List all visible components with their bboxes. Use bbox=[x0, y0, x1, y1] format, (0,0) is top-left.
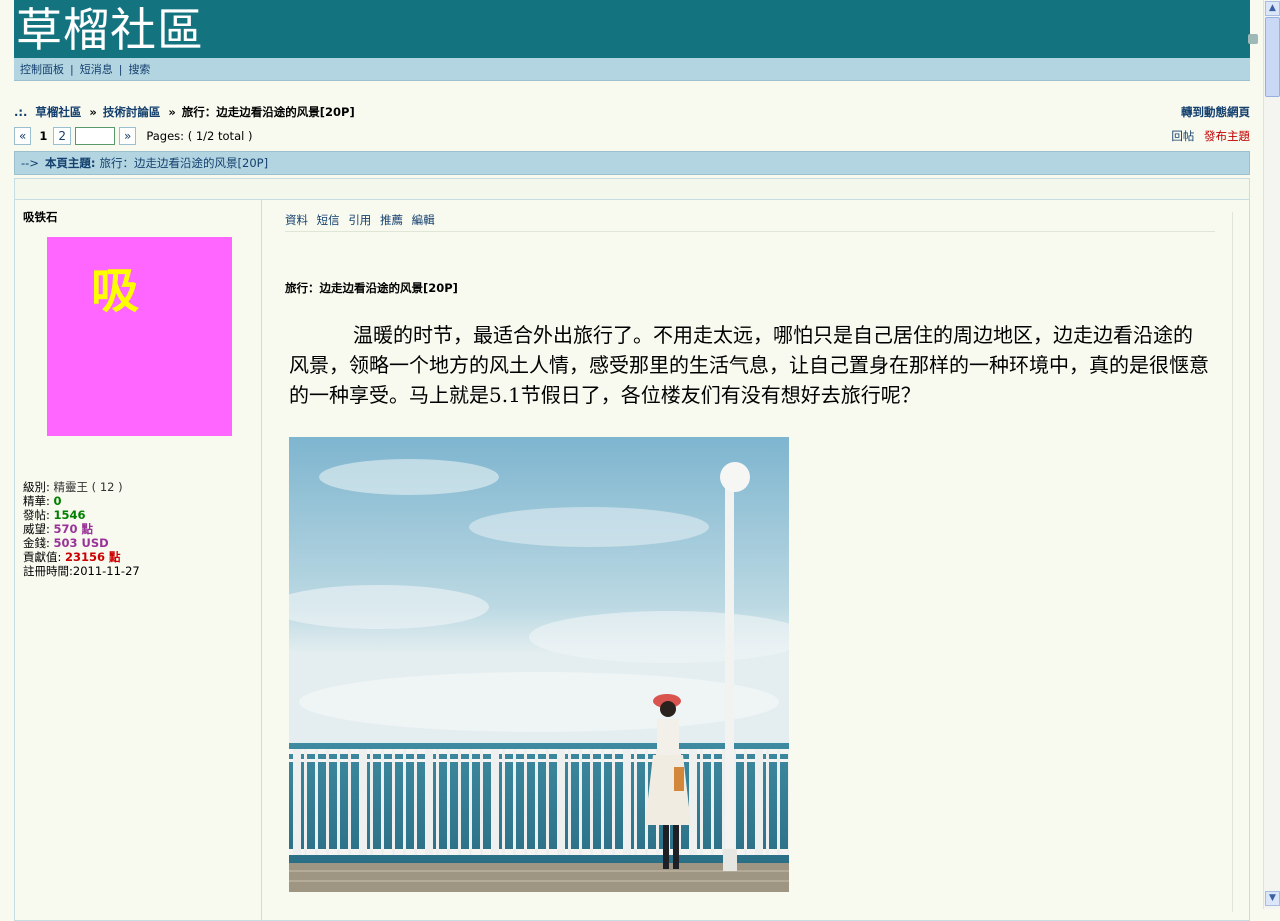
nav-messages[interactable]: 短消息 bbox=[80, 61, 113, 77]
quote-link[interactable]: 引用 bbox=[348, 213, 371, 227]
elite-label: 精華: bbox=[23, 494, 50, 508]
user-sidebar: 吸铁石 吸 級別: 精靈王 ( 12 ) 精華: 0 發帖: 1546 威望: … bbox=[15, 200, 262, 920]
prestige-label: 威望: bbox=[23, 522, 50, 536]
dynamic-page-link[interactable]: 轉到動態網頁 bbox=[1181, 104, 1250, 120]
breadcrumb: .:. 草榴社區 » 技術討論區 » 旅行：边走边看沿途的风景[20P] 轉到動… bbox=[14, 104, 1250, 120]
elite-value: 0 bbox=[53, 494, 62, 508]
page-jump-input[interactable] bbox=[75, 127, 115, 145]
reply-button[interactable]: 回帖 bbox=[1171, 129, 1194, 143]
site-banner: 草榴社區 bbox=[14, 0, 1258, 58]
edit-link[interactable]: 編輯 bbox=[412, 213, 435, 227]
avatar-char: 吸 bbox=[91, 263, 140, 319]
level-value: 精靈王 ( 12 ) bbox=[53, 480, 123, 494]
pagination: « 1 2 » Pages: ( 1/2 total ) bbox=[14, 127, 252, 145]
post-photo[interactable] bbox=[289, 437, 789, 892]
nav-control-panel[interactable]: 控制面板 bbox=[20, 61, 64, 77]
divider bbox=[285, 231, 1215, 232]
spacer-row bbox=[14, 178, 1250, 200]
message-link[interactable]: 短信 bbox=[317, 213, 340, 227]
level-label: 級別: bbox=[23, 480, 50, 494]
post: 吸铁石 吸 級別: 精靈王 ( 12 ) 精華: 0 發帖: 1546 威望: … bbox=[14, 199, 1250, 921]
posts-value: 1546 bbox=[53, 508, 86, 522]
minimize-icon[interactable] bbox=[1248, 34, 1258, 44]
avatar: 吸 bbox=[47, 237, 232, 436]
post-body: 温暖的时节，最适合外出旅行了。不用走太远，哪怕只是自己居住的周边地区，边走边看沿… bbox=[289, 323, 1209, 407]
reg-label: 註冊時間: bbox=[23, 564, 73, 578]
recommend-link[interactable]: 推薦 bbox=[380, 213, 403, 227]
breadcrumb-arrow: » bbox=[168, 105, 176, 119]
vertical-scrollbar[interactable]: ▲ ▼ bbox=[1263, 0, 1280, 909]
reg-value: 2011-11-27 bbox=[72, 564, 140, 578]
breadcrumb-forum[interactable]: 技術討論區 bbox=[103, 105, 161, 119]
username[interactable]: 吸铁石 bbox=[23, 209, 58, 225]
top-nav: 控制面板 | 短消息 | 搜索 bbox=[14, 58, 1250, 81]
post-right-border bbox=[1232, 212, 1233, 912]
page-info: Pages: ( 1/2 total ) bbox=[146, 129, 253, 143]
next-page-button[interactable]: » bbox=[119, 127, 137, 145]
money-label: 金錢: bbox=[23, 536, 50, 550]
page-2-link[interactable]: 2 bbox=[53, 127, 71, 145]
new-topic-button[interactable]: 發布主題 bbox=[1204, 129, 1250, 143]
page: 草榴社區 控制面板 | 短消息 | 搜索 .:. 草榴社區 » 技術討論區 » … bbox=[14, 0, 1258, 921]
breadcrumb-home[interactable]: 草榴社區 bbox=[35, 105, 81, 119]
prev-page-button[interactable]: « bbox=[14, 127, 32, 145]
profile-link[interactable]: 資料 bbox=[285, 213, 308, 227]
breadcrumb-arrow: » bbox=[89, 105, 97, 119]
site-logo[interactable]: 草榴社區 bbox=[16, 4, 204, 56]
topic-title: 旅行：边走边看沿途的风景[20P] bbox=[99, 156, 269, 170]
posts-label: 發帖: bbox=[23, 508, 50, 522]
money-value: 503 USD bbox=[53, 536, 109, 550]
contrib-value: 23156 點 bbox=[65, 550, 121, 564]
post-actions: 資料 短信 引用 推薦 編輯 bbox=[285, 212, 440, 228]
scroll-down-icon[interactable]: ▼ bbox=[1265, 891, 1280, 906]
contrib-label: 貢獻值: bbox=[23, 550, 62, 564]
scroll-up-icon[interactable]: ▲ bbox=[1265, 1, 1280, 16]
breadcrumb-current: 旅行：边走边看沿途的风景[20P] bbox=[181, 105, 355, 119]
post-title: 旅行：边走边看沿途的风景[20P] bbox=[285, 281, 458, 295]
breadcrumb-lead: .:. bbox=[14, 105, 28, 119]
prestige-value: 570 點 bbox=[53, 522, 94, 536]
nav-separator: | bbox=[118, 62, 123, 76]
scroll-thumb[interactable] bbox=[1265, 17, 1280, 97]
topic-label: 本頁主題: bbox=[44, 156, 96, 170]
current-page: 1 bbox=[39, 129, 48, 143]
topic-actions: 回帖 發布主題 bbox=[1171, 128, 1250, 144]
user-stats: 級別: 精靈王 ( 12 ) 精華: 0 發帖: 1546 威望: 570 點 … bbox=[23, 480, 140, 578]
topic-arrow: --> bbox=[21, 156, 39, 170]
post-main: 資料 短信 引用 推薦 編輯 旅行：边走边看沿途的风景[20P] 温暖的时节，最… bbox=[262, 200, 1232, 920]
topic-bar: --> 本頁主題: 旅行：边走边看沿途的风景[20P] bbox=[14, 151, 1250, 175]
nav-search[interactable]: 搜索 bbox=[128, 61, 150, 77]
nav-separator: | bbox=[70, 62, 74, 76]
